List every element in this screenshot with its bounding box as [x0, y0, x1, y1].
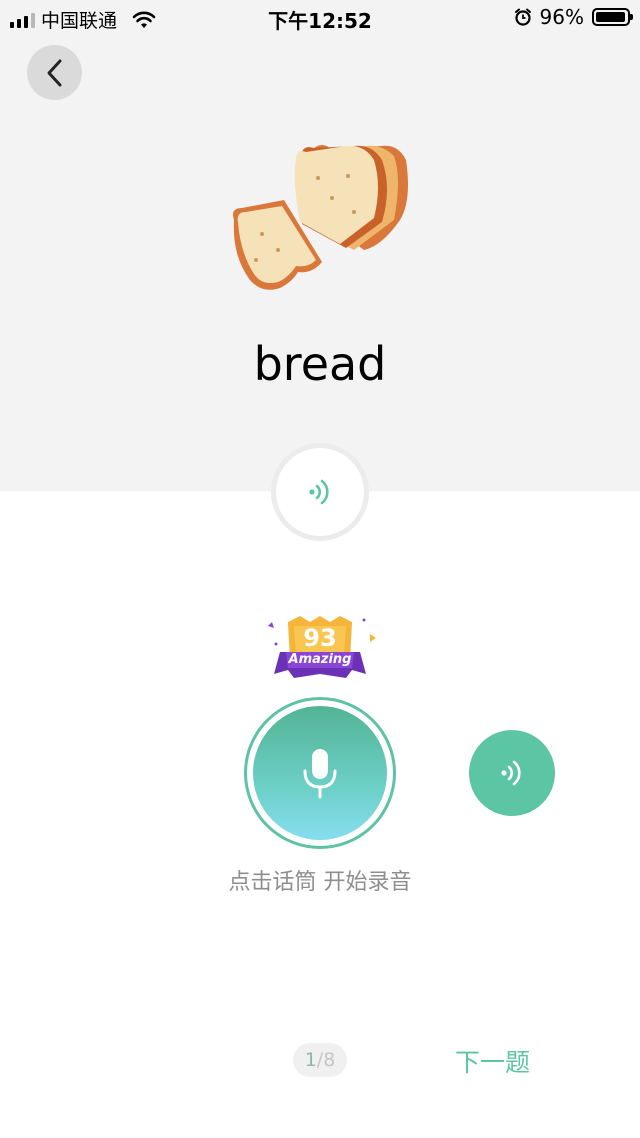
- record-button-inner[interactable]: [253, 706, 387, 840]
- page-current: 1: [304, 1049, 317, 1071]
- record-button[interactable]: [244, 697, 396, 849]
- page-total: 8: [323, 1049, 336, 1071]
- chevron-left-icon: [47, 59, 61, 86]
- status-bar: 中国联通 下午12:52 96%: [0, 0, 640, 36]
- battery-icon: [592, 8, 633, 26]
- status-right: 96%: [514, 5, 633, 29]
- page-counter: 1/8: [293, 1043, 347, 1077]
- speaker-wave-icon: [309, 479, 329, 505]
- word-title: bread: [253, 337, 387, 391]
- score-value: 93: [303, 624, 337, 652]
- speaker-wave-icon: [501, 760, 521, 786]
- record-hint: 点击话筒 开始录音: [228, 870, 412, 895]
- microphone-icon: [303, 749, 337, 799]
- back-button[interactable]: [27, 45, 82, 100]
- next-question-button[interactable]: 下一题: [455, 1043, 530, 1079]
- score-badge: 93 Amazing: [254, 612, 386, 686]
- playback-recording-button[interactable]: [469, 730, 555, 816]
- bread-image: [233, 145, 408, 290]
- alarm-icon: [514, 8, 531, 26]
- score-label: Amazing: [288, 652, 352, 667]
- battery-percent: 96%: [539, 5, 584, 29]
- play-word-button[interactable]: [271, 443, 369, 541]
